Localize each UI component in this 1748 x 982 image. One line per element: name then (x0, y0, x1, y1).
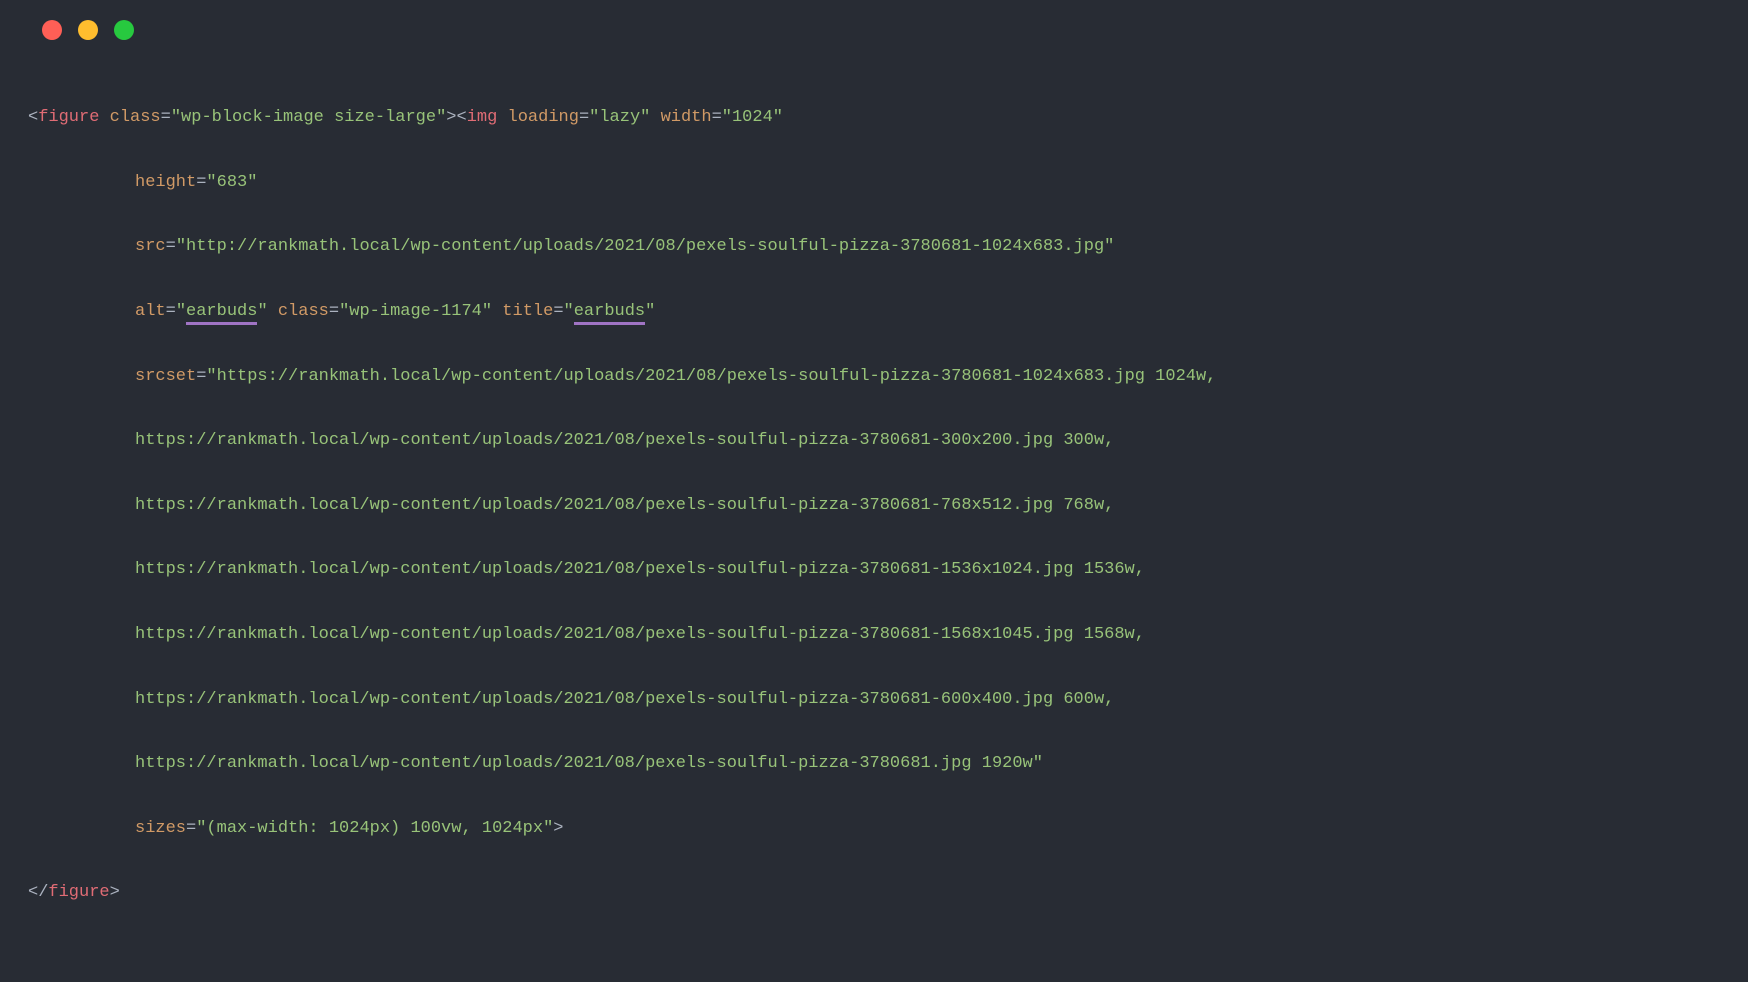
close-window-icon[interactable] (42, 20, 62, 40)
code-line-12: sizes="(max-width: 1024px) 100vw, 1024px… (28, 813, 1720, 845)
window-traffic-lights (42, 20, 1720, 40)
angle-open: < (28, 108, 38, 127)
val-srcset-3: https://rankmath.local/wp-content/upload… (135, 496, 1114, 515)
attr-class: class (110, 108, 161, 127)
minimize-window-icon[interactable] (78, 20, 98, 40)
attr-loading: loading (508, 108, 579, 127)
code-line-10: https://rankmath.local/wp-content/upload… (28, 684, 1720, 716)
code-line-7: https://rankmath.local/wp-content/upload… (28, 490, 1720, 522)
angle-open-slash: </ (28, 883, 48, 902)
attr-alt: alt (135, 302, 166, 321)
tag-figure: figure (38, 108, 99, 127)
angle-close: > (553, 819, 563, 838)
code-line-8: https://rankmath.local/wp-content/upload… (28, 554, 1720, 586)
val-height: "683" (206, 173, 257, 192)
attr-sizes: sizes (135, 819, 186, 838)
attr-title: title (502, 302, 553, 321)
val-loading: "lazy" (589, 108, 650, 127)
val-srcset-7: https://rankmath.local/wp-content/upload… (135, 754, 1043, 773)
code-block: <figure class="wp-block-image size-large… (28, 70, 1720, 942)
code-line-13: </figure> (28, 877, 1720, 909)
val-srcset-6: https://rankmath.local/wp-content/upload… (135, 690, 1114, 709)
code-line-3: src="http://rankmath.local/wp-content/up… (28, 231, 1720, 263)
val-sizes: "(max-width: 1024px) 100vw, 1024px" (196, 819, 553, 838)
val-srcset-1: "https://rankmath.local/wp-content/uploa… (206, 367, 1216, 386)
code-line-9: https://rankmath.local/wp-content/upload… (28, 619, 1720, 651)
val-title-highlighted: earbuds (574, 302, 645, 325)
code-line-11: https://rankmath.local/wp-content/upload… (28, 748, 1720, 780)
attr-height: height (135, 173, 196, 192)
attr-class2: class (278, 302, 329, 321)
code-line-5: srcset="https://rankmath.local/wp-conten… (28, 361, 1720, 393)
val-alt-highlighted: earbuds (186, 302, 257, 325)
attr-src: src (135, 237, 166, 256)
attr-srcset: srcset (135, 367, 196, 386)
code-line-2: height="683" (28, 167, 1720, 199)
val-srcset-2: https://rankmath.local/wp-content/upload… (135, 431, 1114, 450)
val-src: "http://rankmath.local/wp-content/upload… (176, 237, 1115, 256)
val-srcset-5: https://rankmath.local/wp-content/upload… (135, 625, 1145, 644)
val-class: "wp-block-image size-large" (171, 108, 446, 127)
attr-width: width (661, 108, 712, 127)
val-width: "1024" (722, 108, 783, 127)
tag-img: img (467, 108, 498, 127)
val-srcset-4: https://rankmath.local/wp-content/upload… (135, 560, 1145, 579)
code-line-6: https://rankmath.local/wp-content/upload… (28, 425, 1720, 457)
code-line-1: <figure class="wp-block-image size-large… (28, 102, 1720, 134)
val-class2: "wp-image-1174" (339, 302, 492, 321)
maximize-window-icon[interactable] (114, 20, 134, 40)
code-line-4: alt="earbuds" class="wp-image-1174" titl… (28, 296, 1720, 328)
tag-figure-close: figure (48, 883, 109, 902)
